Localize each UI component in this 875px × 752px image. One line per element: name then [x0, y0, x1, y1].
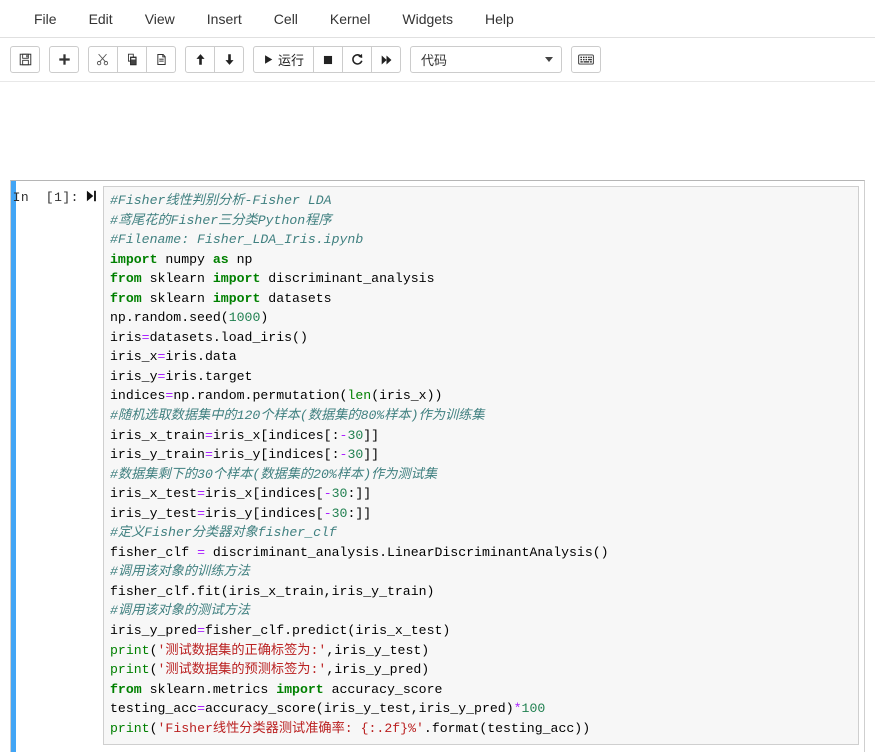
- menu-item-help[interactable]: Help: [469, 7, 530, 31]
- code-line: iris_y_pred=fisher_clf.predict(iris_x_te…: [110, 623, 451, 639]
- save-icon: [19, 53, 32, 66]
- run-button[interactable]: 运行: [253, 46, 315, 73]
- code-line: iris_x=iris.data: [110, 349, 237, 365]
- cell-type-value: 代码: [421, 53, 448, 68]
- interrupt-kernel-button[interactable]: [313, 46, 344, 73]
- code-line: np.random.seed(1000): [110, 310, 269, 326]
- stop-icon: [322, 54, 334, 66]
- run-cell-icon[interactable]: [86, 190, 97, 206]
- code-line: print('测试数据集的正确标签为:',iris_y_test): [110, 642, 430, 658]
- code-line: from sklearn.metrics import accuracy_sco…: [110, 681, 443, 697]
- code-line: #调用该对象的训练方法: [110, 564, 250, 580]
- code-line: from sklearn import discriminant_analysi…: [110, 271, 435, 287]
- code-line: fisher_clf = discriminant_analysis.Linea…: [110, 544, 609, 560]
- menu-item-insert[interactable]: Insert: [191, 7, 258, 31]
- code-line: #数据集剩下的30个样本(数据集的20%样本)作为测试集: [110, 466, 438, 482]
- code-line: import numpy as np: [110, 251, 253, 267]
- command-palette-button[interactable]: [571, 46, 602, 73]
- menu-bar: File Edit View Insert Cell Kernel Widget…: [0, 0, 875, 38]
- paste-button[interactable]: [146, 46, 176, 73]
- notebook-scroll-area[interactable]: In [1]: #Fisher线性判别分析-Fisher LDA #鸢尾花的Fis…: [0, 166, 875, 752]
- notebook-container: In [1]: #Fisher线性判别分析-Fisher LDA #鸢尾花的Fis…: [0, 82, 875, 752]
- insert-cell-below-button[interactable]: [49, 46, 79, 73]
- code-line: indices=np.random.permutation(len(iris_x…: [110, 388, 443, 404]
- fast-forward-icon: [380, 54, 393, 66]
- play-icon: [263, 54, 274, 65]
- cell-prompt: In [1]:: [11, 186, 103, 745]
- menu-item-view[interactable]: View: [129, 7, 191, 31]
- toolbar-group-clipboard: [88, 46, 176, 73]
- code-line: iris_x_test=iris_x[indices[-30:]]: [110, 486, 372, 502]
- save-button[interactable]: [10, 46, 40, 73]
- menu-item-kernel[interactable]: Kernel: [314, 7, 386, 31]
- code-line: #Filename: Fisher_LDA_Iris.ipynb: [110, 232, 364, 248]
- menu-item-edit[interactable]: Edit: [73, 7, 129, 31]
- copy-icon: [126, 53, 139, 66]
- refresh-icon: [351, 53, 364, 66]
- code-cell[interactable]: In [1]: #Fisher线性判别分析-Fisher LDA #鸢尾花的Fis…: [11, 181, 864, 750]
- toolbar-group-save: [10, 46, 40, 73]
- move-cell-down-button[interactable]: [214, 46, 244, 73]
- code-line: #Fisher线性判别分析-Fisher LDA: [110, 193, 332, 208]
- run-button-label: 运行: [278, 53, 305, 68]
- scissors-icon: [96, 53, 110, 66]
- copy-button[interactable]: [117, 46, 147, 73]
- code-line: iris_x_train=iris_x[indices[:-30]]: [110, 427, 380, 443]
- notebook-sheet: In [1]: #Fisher线性判别分析-Fisher LDA #鸢尾花的Fis…: [10, 180, 865, 752]
- menu-item-file[interactable]: File: [18, 7, 73, 31]
- code-line: iris_y_train=iris_y[indices[:-30]]: [110, 447, 380, 463]
- chevron-down-icon: [545, 57, 554, 62]
- code-line: #定义Fisher分类器对象fisher_clf: [110, 525, 337, 541]
- arrow-up-icon: [194, 53, 207, 66]
- paste-icon: [155, 53, 168, 66]
- code-line: print('Fisher线性分类器测试准确率: {:.2f}%'.format…: [110, 720, 591, 736]
- restart-kernel-button[interactable]: [342, 46, 373, 73]
- toolbar-group-command-palette: [571, 46, 602, 73]
- cell-input-area[interactable]: #Fisher线性判别分析-Fisher LDA #鸢尾花的Fisher三分类Py…: [103, 186, 859, 746]
- code-line: testing_acc=accuracy_score(iris_y_test,i…: [110, 701, 546, 717]
- code-line: #随机选取数据集中的120个样本(数据集的80%样本)作为训练集: [110, 408, 485, 424]
- code-line: print('测试数据集的预测标签为:',iris_y_pred): [110, 662, 430, 678]
- code-line: fisher_clf.fit(iris_x_train,iris_y_train…: [110, 583, 435, 599]
- code-line: #鸢尾花的Fisher三分类Python程序: [110, 212, 332, 228]
- code-line: iris_y_test=iris_y[indices[-30:]]: [110, 505, 372, 521]
- code-line: iris_y=iris.target: [110, 368, 253, 384]
- cell-prompt-label: In [1]:: [12, 190, 79, 205]
- cut-button[interactable]: [88, 46, 118, 73]
- code-line: iris=datasets.load_iris(): [110, 329, 308, 345]
- arrow-down-icon: [223, 53, 236, 66]
- code-line: from sklearn import datasets: [110, 290, 332, 306]
- menu-item-cell[interactable]: Cell: [258, 7, 314, 31]
- toolbar: 运行 代码: [0, 38, 875, 82]
- keyboard-icon: [578, 54, 594, 65]
- code-editor[interactable]: #Fisher线性判别分析-Fisher LDA #鸢尾花的Fisher三分类Py…: [110, 191, 852, 738]
- code-line: #调用该对象的测试方法: [110, 603, 250, 619]
- plus-icon: [58, 53, 71, 66]
- menu-item-widgets[interactable]: Widgets: [386, 7, 469, 31]
- move-cell-up-button[interactable]: [185, 46, 215, 73]
- toolbar-group-run: 运行: [253, 46, 402, 73]
- toolbar-group-move: [185, 46, 244, 73]
- restart-and-run-all-button[interactable]: [371, 46, 402, 73]
- cell-type-select[interactable]: 代码: [410, 46, 563, 73]
- toolbar-group-insert: [49, 46, 79, 73]
